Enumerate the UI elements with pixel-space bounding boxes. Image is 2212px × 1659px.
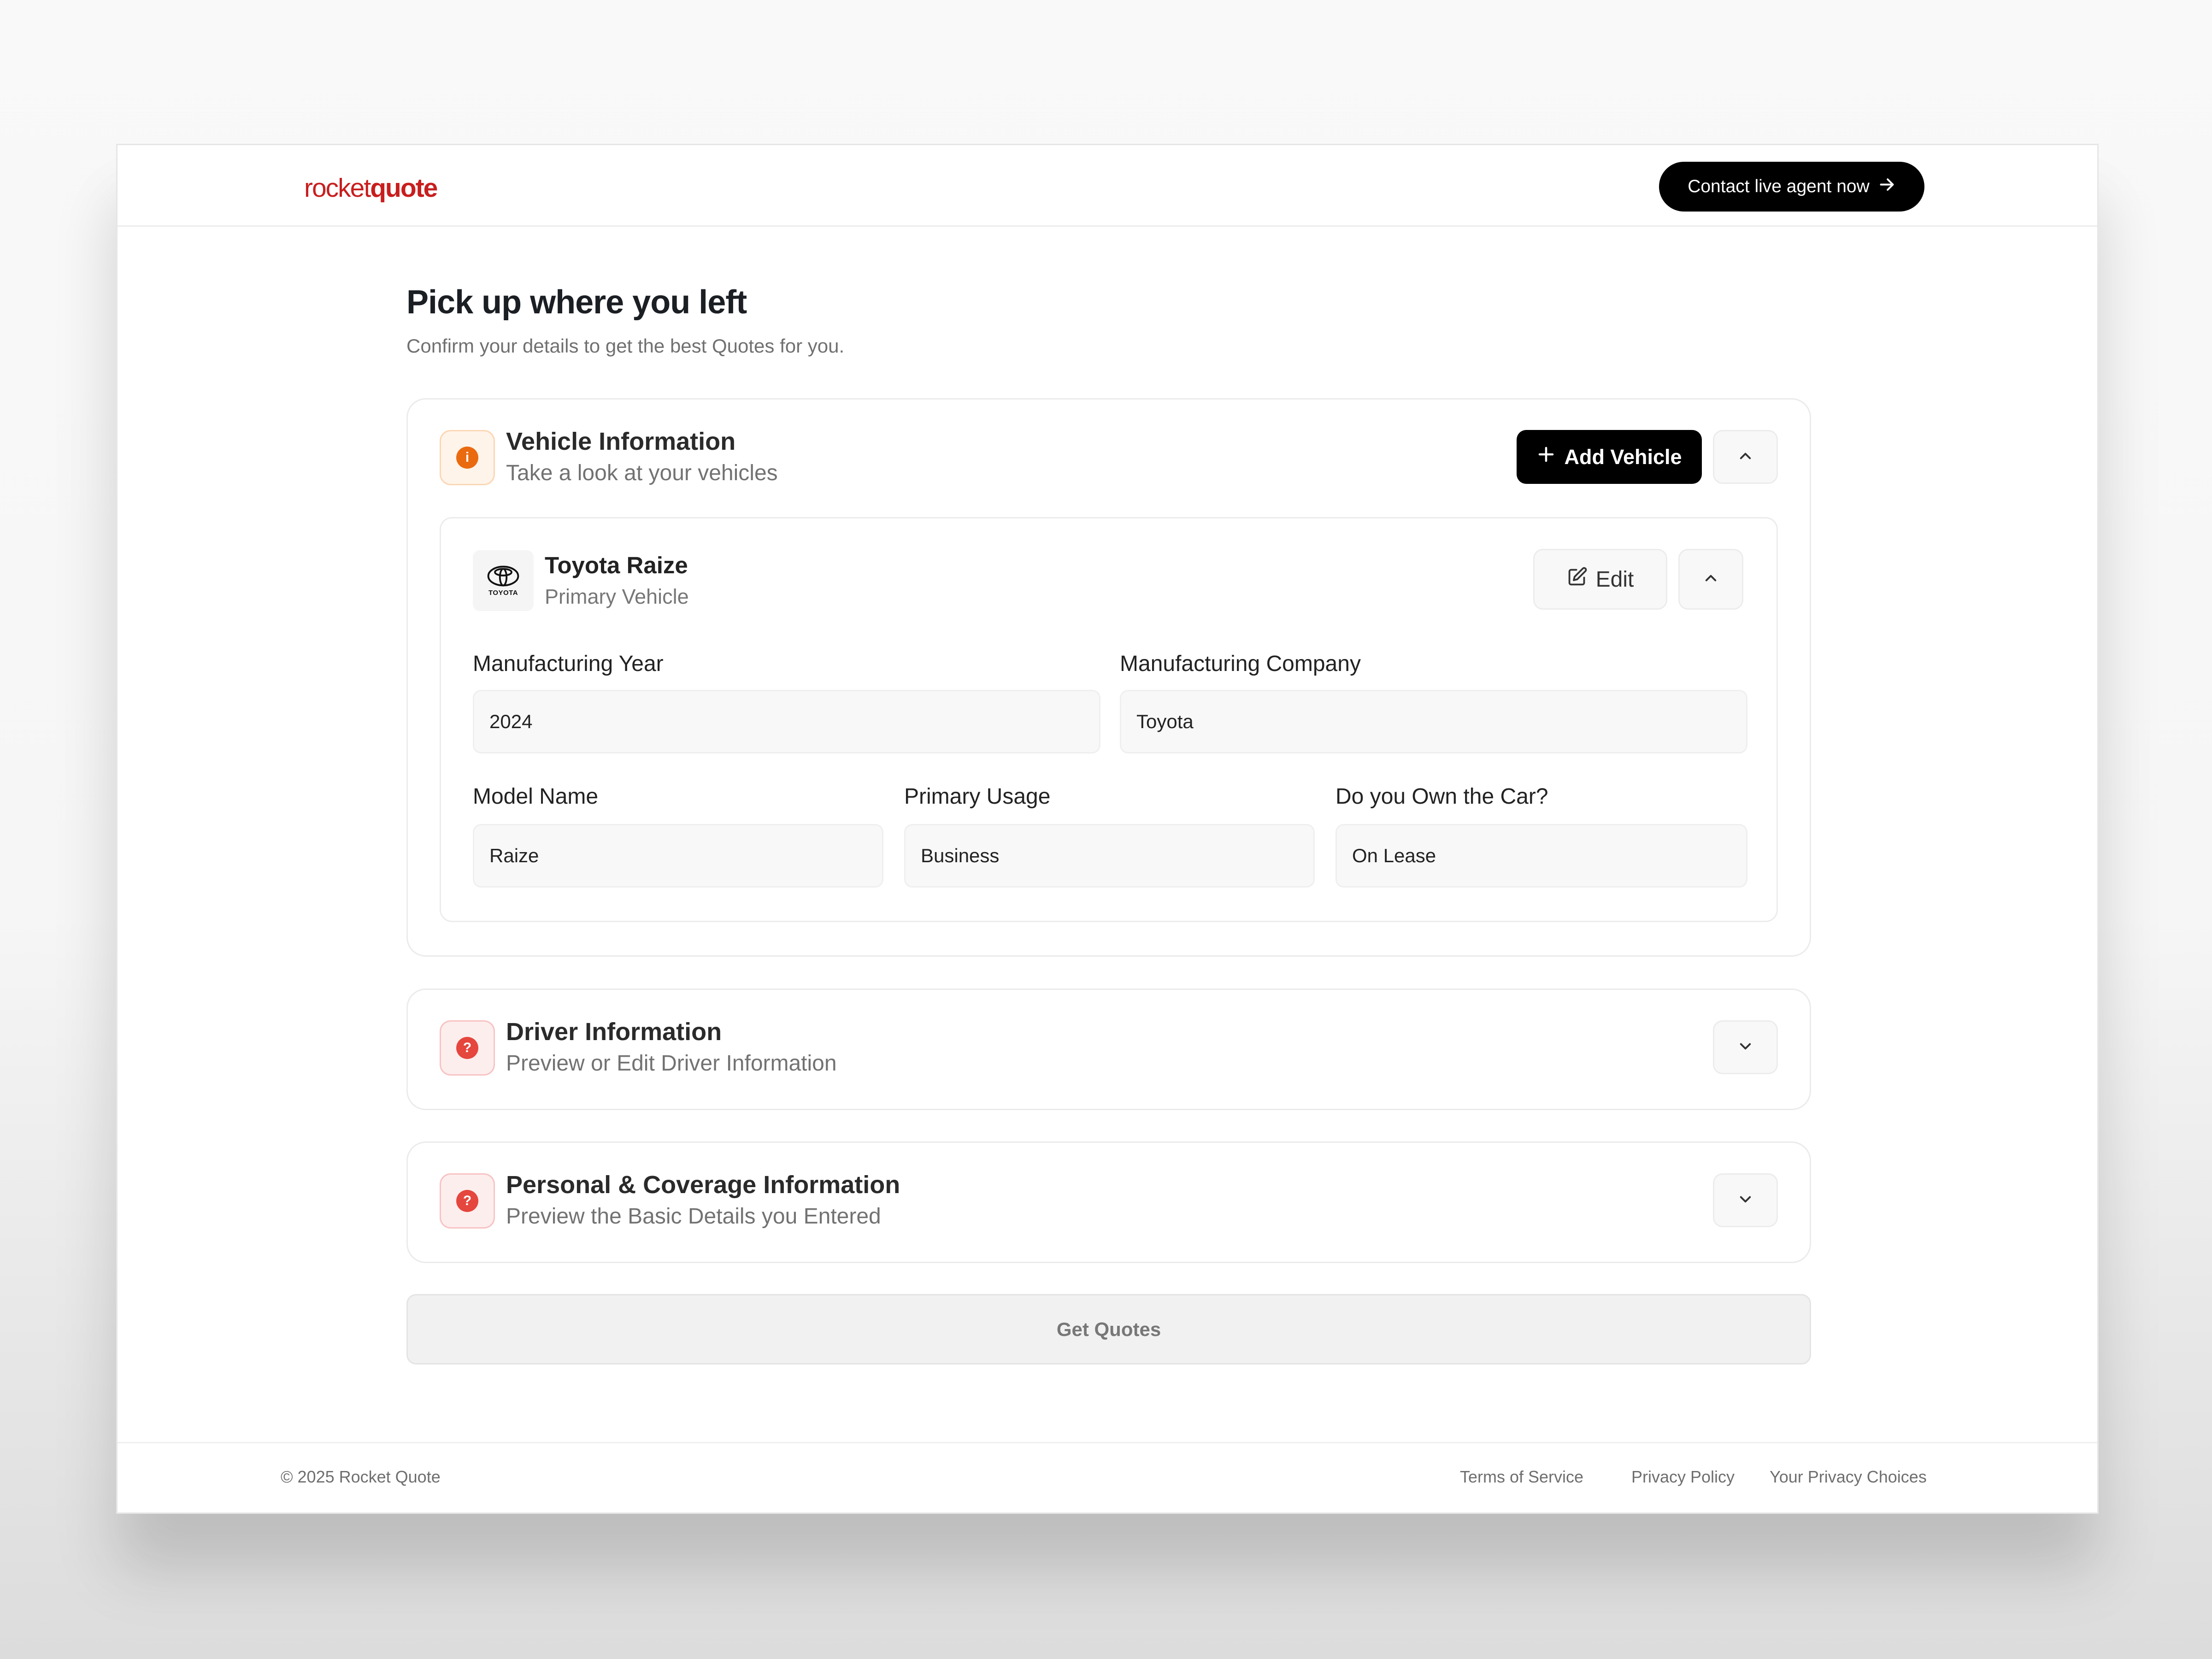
expand-driver-section-button[interactable] (1713, 1020, 1778, 1074)
page-subtitle: Confirm your details to get the best Quo… (406, 335, 845, 357)
chevron-down-icon (1736, 1190, 1754, 1211)
vehicle-role: Primary Vehicle (545, 585, 689, 608)
vehicle-section-title: Vehicle Information (506, 428, 736, 455)
model-name-field[interactable]: Raize (473, 824, 883, 888)
personal-coverage-card: ? Personal & Coverage Information Previe… (406, 1141, 1811, 1263)
add-vehicle-label: Add Vehicle (1564, 445, 1682, 469)
info-status-badge: i (440, 430, 495, 485)
edit-icon (1567, 566, 1588, 593)
privacy-policy-link[interactable]: Privacy Policy (1631, 1467, 1735, 1487)
driver-card-header: ? Driver Information Preview or Edit Dri… (440, 1018, 1778, 1076)
vehicle-section-subtitle: Take a look at your vehicles (506, 461, 778, 485)
logo-text-regular: rocket (304, 173, 371, 203)
rocketquote-logo[interactable]: rocketquote (304, 173, 438, 203)
app-window: rocketquote Contact live agent now Pick … (116, 144, 2099, 1514)
manufacturing-company-label: Manufacturing Company (1120, 652, 1361, 676)
model-name-label: Model Name (473, 784, 599, 809)
chevron-up-icon (1702, 569, 1720, 589)
warning-status-badge: ? (440, 1173, 495, 1229)
chevron-up-icon (1736, 447, 1754, 467)
arrow-right-icon (1878, 176, 1896, 198)
toyota-logo-icon: TOYOTA (473, 550, 534, 611)
brand-logo-text: TOYOTA (488, 588, 518, 597)
driver-information-card: ? Driver Information Preview or Edit Dri… (406, 988, 1811, 1110)
chevron-down-icon (1736, 1037, 1754, 1058)
footer: © 2025 Rocket Quote Terms of Service Pri… (118, 1442, 2097, 1512)
add-vehicle-button[interactable]: Add Vehicle (1517, 430, 1702, 484)
contact-live-agent-button[interactable]: Contact live agent now (1659, 162, 1924, 212)
get-quotes-button[interactable]: Get Quotes (406, 1294, 1811, 1365)
warning-status-badge: ? (440, 1020, 495, 1076)
manufacturing-company-field[interactable]: Toyota (1120, 690, 1747, 753)
edit-vehicle-button[interactable]: Edit (1533, 549, 1667, 610)
manufacturing-year-label: Manufacturing Year (473, 652, 664, 676)
contact-button-label: Contact live agent now (1688, 176, 1870, 196)
own-car-label: Do you Own the Car? (1335, 784, 1548, 809)
collapse-vehicle-section-button[interactable] (1713, 430, 1778, 484)
driver-section-title: Driver Information (506, 1018, 722, 1046)
own-car-field[interactable]: On Lease (1335, 824, 1747, 888)
collapse-vehicle-detail-button[interactable] (1678, 549, 1743, 610)
privacy-choices-link[interactable]: Your Privacy Choices (1770, 1467, 1927, 1487)
info-icon: i (456, 447, 478, 469)
vehicle-detail-card: TOYOTA Toyota Raize Primary Vehicle Edit… (440, 517, 1778, 922)
vehicle-card-header: i Vehicle Information Take a look at you… (440, 428, 1778, 485)
top-navbar: rocketquote Contact live agent now (118, 145, 2097, 227)
logo-text-bold: quote (370, 173, 438, 203)
expand-personal-section-button[interactable] (1713, 1173, 1778, 1227)
personal-section-subtitle: Preview the Basic Details you Entered (506, 1204, 881, 1229)
manufacturing-year-field[interactable]: 2024 (473, 690, 1100, 753)
personal-card-header: ? Personal & Coverage Information Previe… (440, 1171, 1778, 1229)
primary-usage-label: Primary Usage (904, 784, 1051, 809)
vehicle-name: Toyota Raize (545, 552, 688, 578)
question-icon: ? (456, 1037, 478, 1059)
driver-section-subtitle: Preview or Edit Driver Information (506, 1051, 837, 1076)
plus-icon (1536, 445, 1556, 469)
personal-section-title: Personal & Coverage Information (506, 1171, 900, 1199)
terms-of-service-link[interactable]: Terms of Service (1460, 1467, 1583, 1487)
primary-usage-field[interactable]: Business (904, 824, 1315, 888)
question-icon: ? (456, 1190, 478, 1212)
page-header: Pick up where you left Confirm your deta… (406, 283, 1811, 357)
copyright-text: © 2025 Rocket Quote (281, 1467, 441, 1486)
edit-button-label: Edit (1595, 567, 1634, 592)
page-title: Pick up where you left (406, 284, 747, 321)
vehicle-information-card: i Vehicle Information Take a look at you… (406, 398, 1811, 957)
